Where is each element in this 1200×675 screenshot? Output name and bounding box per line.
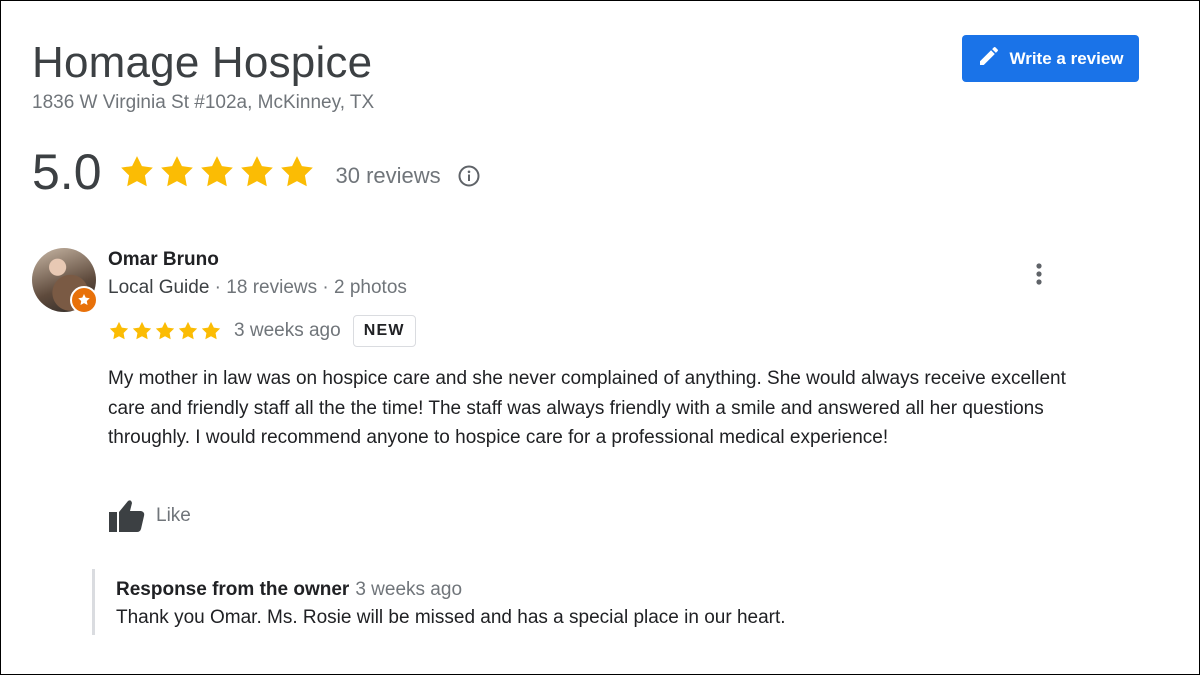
star-icon — [240, 156, 273, 187]
rating-stars — [118, 153, 316, 191]
business-address: 1836 W Virginia St #102a, McKinney, TX — [32, 92, 375, 113]
star-icon — [160, 156, 193, 187]
local-guide-badge-icon — [70, 286, 98, 314]
write-review-label: Write a review — [1009, 48, 1124, 68]
review-stars — [108, 320, 222, 342]
like-button[interactable]: Like — [108, 498, 191, 534]
star-icon — [155, 321, 175, 340]
star-icon — [280, 156, 313, 187]
owner-response-text: Thank you Omar. Ms. Rosie will be missed… — [116, 607, 786, 628]
star-icon — [201, 321, 221, 340]
review-rating-row: 3 weeks ago NEW — [108, 314, 416, 348]
reviewer-meta: Local Guide · 18 reviews · 2 photos — [108, 277, 407, 299]
thumbs-up-icon — [109, 500, 145, 532]
reviewer-avatar[interactable] — [32, 248, 98, 314]
star-icon — [132, 321, 152, 340]
star-icon — [109, 321, 129, 340]
like-label: Like — [156, 505, 191, 526]
owner-response-label: Response from the owner — [116, 579, 350, 600]
reviewer-name[interactable]: Omar Bruno — [108, 249, 219, 271]
owner-response: Response from the owner 3 weeks ago Thank… — [92, 569, 992, 635]
reviewer-stats: · 18 reviews · 2 photos — [209, 277, 407, 298]
review-text: My mother in law was on hospice care and… — [108, 368, 1066, 448]
write-review-button[interactable]: Write a review — [962, 35, 1139, 82]
owner-response-header: Response from the owner 3 weeks ago — [116, 579, 992, 601]
owner-response-time: 3 weeks ago — [355, 579, 463, 600]
rating-value: 5.0 — [32, 144, 102, 200]
reviewer-level: Local Guide — [108, 277, 210, 298]
star-icon — [120, 156, 153, 187]
star-icon — [200, 156, 233, 187]
pencil-icon — [977, 44, 1001, 73]
star-icon — [178, 321, 198, 340]
more-options-icon[interactable] — [1028, 260, 1050, 288]
overall-rating: 5.0 30 reviews — [32, 142, 481, 202]
review-count-link[interactable]: 30 reviews — [336, 163, 441, 189]
info-icon[interactable] — [457, 164, 481, 188]
review-time: 3 weeks ago — [234, 320, 341, 341]
business-title: Homage Hospice — [32, 38, 373, 87]
new-badge: NEW — [352, 315, 416, 347]
